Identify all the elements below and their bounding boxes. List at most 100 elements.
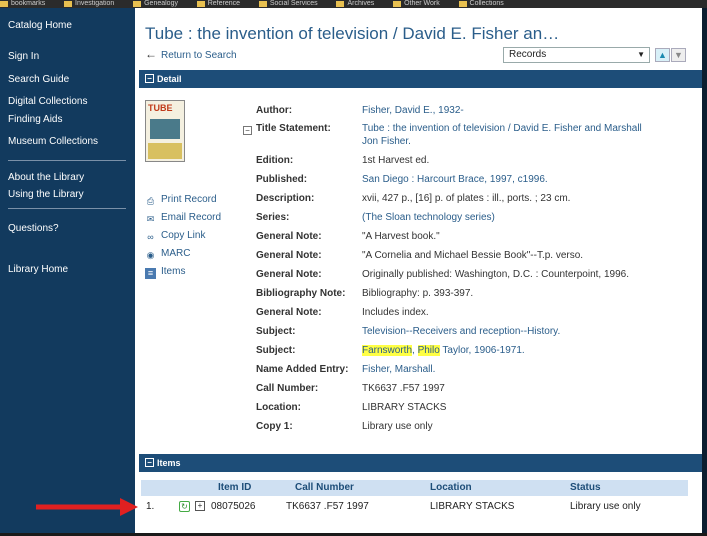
- field-label: Subject:: [256, 326, 296, 337]
- field-label: Published:: [256, 174, 308, 185]
- book-cover-image: TUBE: [145, 100, 185, 162]
- title-value[interactable]: Tube : the invention of television / Dav…: [362, 123, 642, 134]
- folder-icon: [64, 1, 73, 7]
- sidebar-item-finding-aids[interactable]: Finding Aids: [0, 114, 135, 125]
- bibliography-note-value: Bibliography: p. 393-397.: [362, 288, 474, 299]
- published-value[interactable]: San Diego : Harcourt Brace, 1997, c1996.: [362, 174, 548, 185]
- sidebar-item-library-home[interactable]: Library Home: [0, 264, 135, 275]
- cover-art: [150, 119, 180, 139]
- globe-icon: ◉: [146, 250, 155, 260]
- field-label: Description:: [256, 193, 315, 204]
- field-label: General Note:: [256, 269, 322, 280]
- document-icon: ≡: [145, 268, 156, 279]
- items-link[interactable]: ≡ Items: [145, 266, 255, 279]
- author-value-link[interactable]: Fisher, David E., 1932-: [362, 105, 464, 116]
- field-label: Edition:: [256, 155, 294, 166]
- field-label: Location:: [256, 402, 301, 413]
- bookmark-item[interactable]: Collections: [458, 0, 504, 8]
- general-note-value: "A Cornelia and Michael Bessie Book"--T.…: [362, 250, 584, 261]
- subject-value-link[interactable]: Television--Receivers and reception--His…: [362, 326, 560, 337]
- expand-row-icon[interactable]: +: [195, 501, 205, 511]
- field-label: General Note:: [256, 250, 322, 261]
- next-record-button[interactable]: ▼: [671, 48, 686, 62]
- field-label: Name Added Entry:: [256, 364, 349, 375]
- field-label: Title Statement:: [256, 123, 331, 134]
- folder-icon: [258, 1, 267, 7]
- call-number-cell: TK6637 .F57 1997: [286, 501, 369, 512]
- name-added-entry-link[interactable]: Fisher, Marshall.: [362, 364, 435, 375]
- expand-title-icon[interactable]: −: [243, 126, 252, 135]
- sidebar-item-using-the-library[interactable]: Using the Library: [0, 189, 135, 200]
- sidebar-divider: [8, 208, 126, 209]
- records-select[interactable]: Records ▼: [503, 47, 650, 63]
- field-label: General Note:: [256, 231, 322, 242]
- arrow-down-icon: ▼: [674, 50, 683, 60]
- field-label: General Note:: [256, 307, 322, 318]
- window-edge: [702, 8, 707, 533]
- status-cell: Library use only: [570, 501, 641, 512]
- sidebar-divider: [8, 160, 126, 161]
- sidebar-item-sign-in[interactable]: Sign In: [0, 51, 135, 62]
- copy-link-link[interactable]: ∞ Copy Link: [145, 230, 255, 243]
- call-number-value: TK6637 .F57 1997: [362, 383, 445, 394]
- folder-icon: [336, 1, 345, 7]
- sidebar-item-search-guide[interactable]: Search Guide: [0, 74, 135, 85]
- bookmark-item[interactable]: Reference: [196, 0, 240, 8]
- marc-link[interactable]: ◉ MARC: [145, 248, 255, 261]
- field-label: Series:: [256, 212, 290, 223]
- chevron-down-icon: ▼: [637, 50, 645, 59]
- item-id-cell: 08075026: [211, 501, 256, 512]
- link-icon: ∞: [147, 232, 154, 242]
- bookmark-item[interactable]: Other Work: [393, 0, 440, 8]
- bookmark-item[interactable]: Social Services: [258, 0, 318, 8]
- column-header-status: Status: [570, 482, 601, 493]
- subject-value-link[interactable]: Farnsworth, Philo Taylor, 1906-1971.: [362, 345, 525, 356]
- table-row[interactable]: 1. ↻ + 08075026 TK6637 .F57 1997 LIBRARY…: [141, 498, 688, 516]
- field-label: Bibliography Note:: [256, 288, 346, 299]
- printer-icon: ⎙: [146, 196, 155, 206]
- bookmarks-bar: bookmarks Investigation Genealogy Refere…: [0, 0, 707, 8]
- sidebar-item-about-the-library[interactable]: About the Library: [0, 172, 135, 183]
- envelope-icon: ✉: [146, 214, 155, 224]
- row-number: 1.: [146, 501, 155, 512]
- collapse-icon: −: [145, 74, 154, 83]
- email-record-link[interactable]: ✉ Email Record: [145, 212, 255, 225]
- items-table-header: Item ID Call Number Location Status: [141, 480, 688, 496]
- detail-section-bar[interactable]: − Detail: [139, 70, 702, 88]
- title-value-continued[interactable]: Jon Fisher.: [362, 136, 411, 147]
- cover-art: [148, 143, 182, 159]
- description-value: xvii, 427 p., [16] p. of plates : ill., …: [362, 193, 571, 204]
- highlighted-term: Philo: [417, 345, 440, 356]
- general-note-value: Includes index.: [362, 307, 429, 318]
- sidebar-item-questions[interactable]: Questions?: [0, 223, 135, 234]
- bookmark-item[interactable]: Archives: [336, 0, 374, 8]
- bookmark-item[interactable]: Genealogy: [133, 0, 178, 8]
- folder-icon: [393, 1, 402, 7]
- arrow-up-icon: ▲: [658, 50, 667, 60]
- series-value-link[interactable]: (The Sloan technology series): [362, 212, 495, 223]
- items-section-bar[interactable]: − Items: [139, 454, 702, 472]
- bookmark-item[interactable]: Investigation: [64, 0, 114, 8]
- folder-icon: [133, 1, 142, 7]
- back-arrow-icon: ←: [145, 47, 157, 61]
- column-header-call-number: Call Number: [295, 482, 354, 493]
- collapse-icon: −: [145, 458, 154, 467]
- previous-record-button[interactable]: ▲: [655, 48, 670, 62]
- request-item-icon[interactable]: ↻: [179, 501, 190, 512]
- sidebar-item-museum-collections[interactable]: Museum Collections: [0, 136, 135, 147]
- field-label: Copy 1:: [256, 421, 293, 432]
- print-record-link[interactable]: ⎙ Print Record: [145, 194, 255, 207]
- folder-icon: [458, 1, 467, 7]
- sidebar-item-catalog-home[interactable]: Catalog Home: [0, 20, 135, 31]
- main-content: Tube : the invention of television / Dav…: [135, 8, 702, 533]
- return-to-search-link[interactable]: ← Return to Search: [145, 47, 237, 61]
- edition-value: 1st Harvest ed.: [362, 155, 430, 166]
- folder-icon: [196, 1, 205, 7]
- general-note-value: "A Harvest book.": [362, 231, 440, 242]
- bookmark-item[interactable]: bookmarks: [0, 0, 45, 8]
- red-annotation-arrow: [36, 498, 138, 516]
- column-header-location: Location: [430, 482, 472, 493]
- copy-status-value: Library use only: [362, 421, 433, 432]
- column-header-item-id: Item ID: [218, 482, 252, 493]
- sidebar-item-digital-collections[interactable]: Digital Collections: [0, 96, 135, 107]
